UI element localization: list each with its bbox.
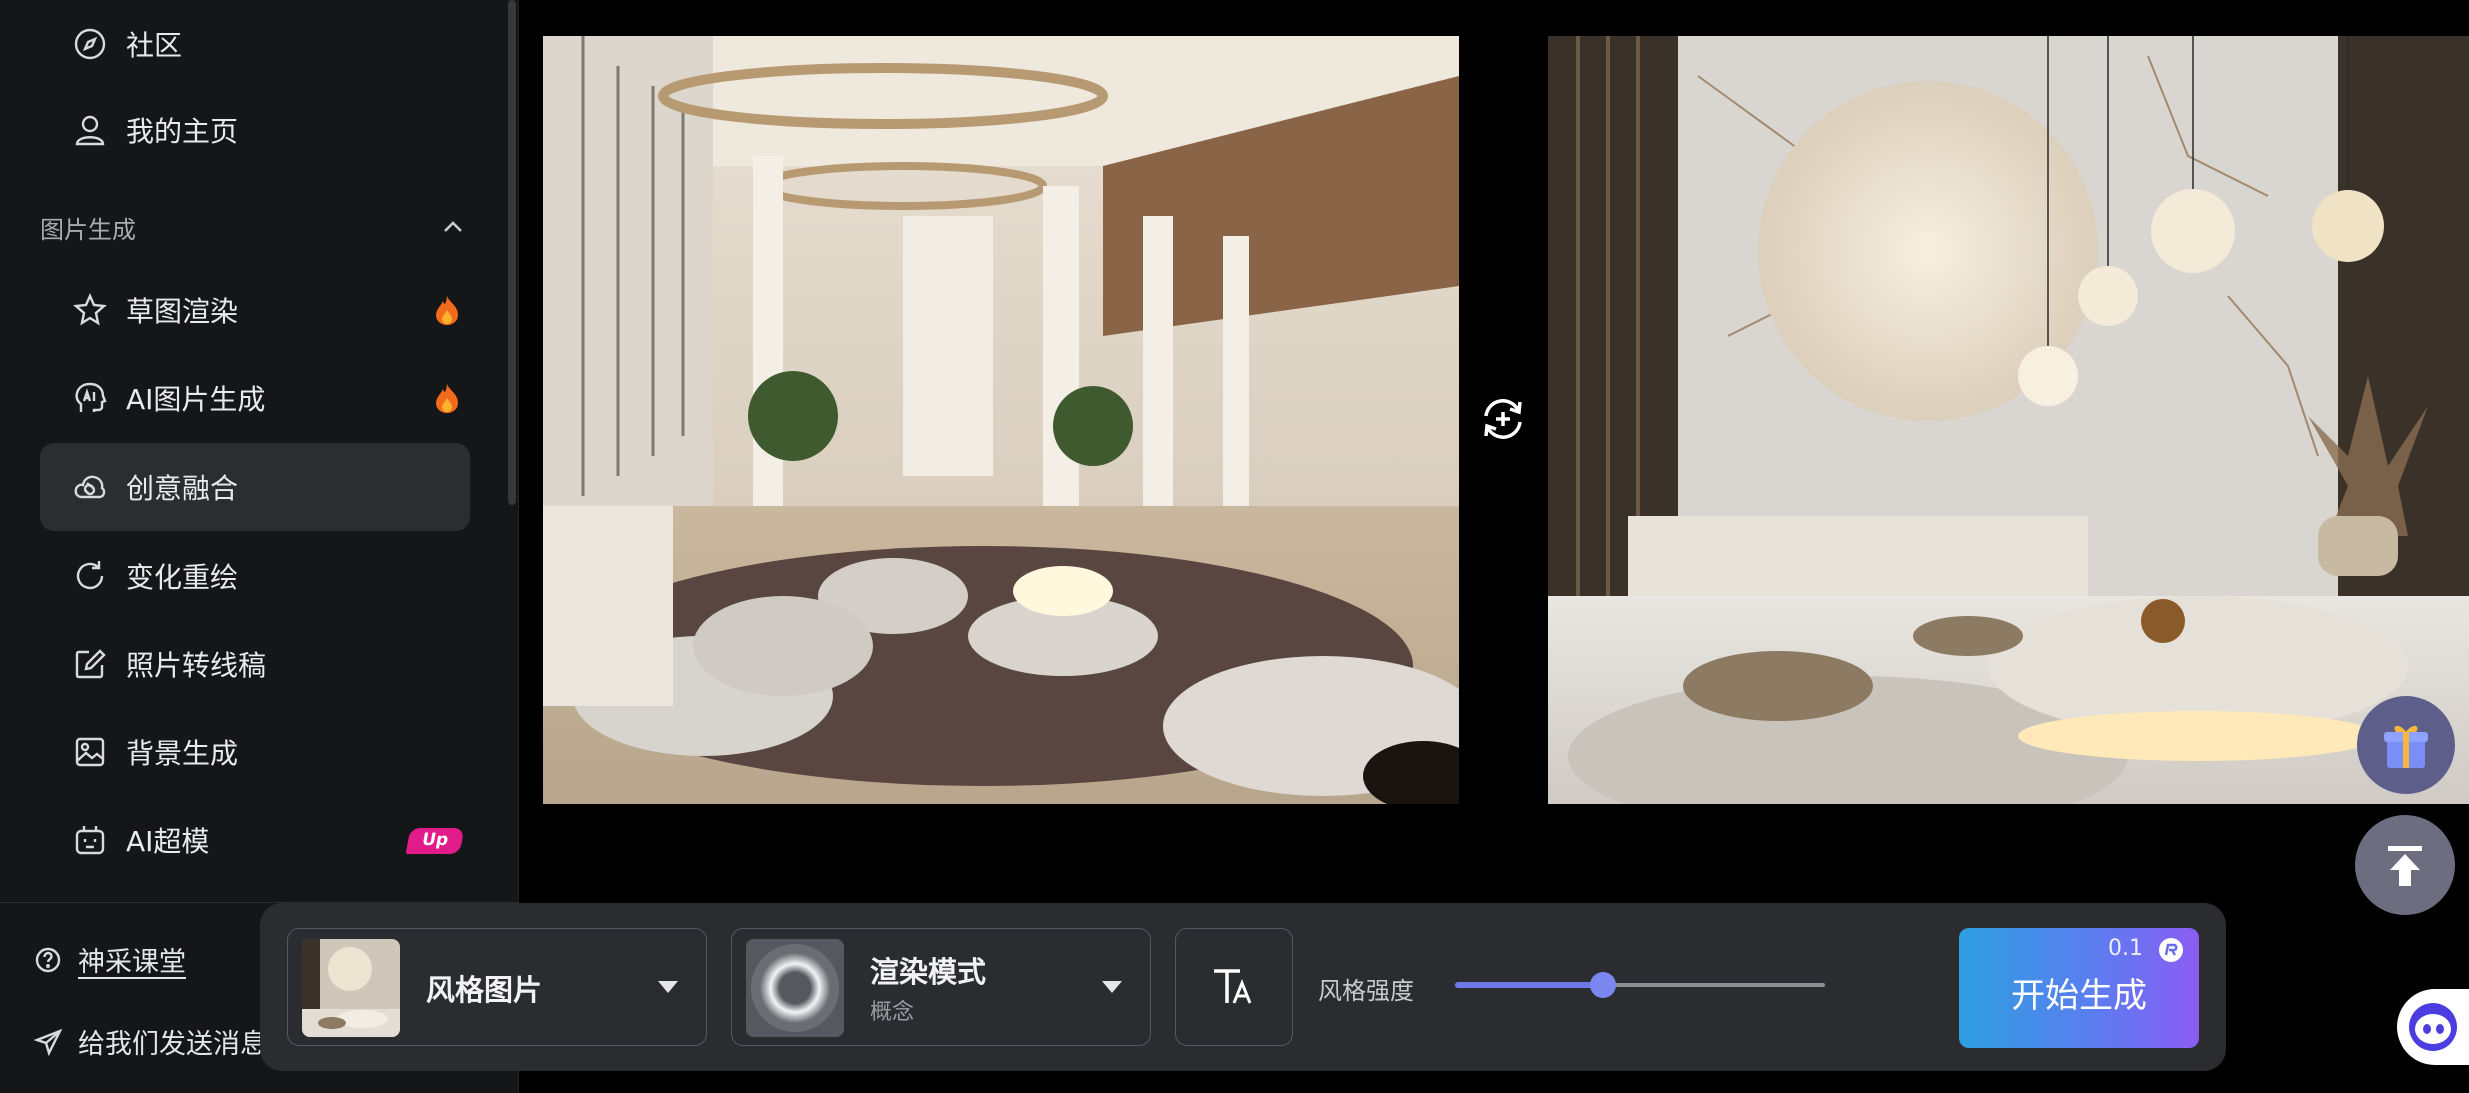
nav-item-label: 照片转线稿 — [126, 649, 267, 682]
fire-icon — [436, 384, 458, 413]
nav-item-label: 我的主页 — [126, 115, 239, 148]
send-icon — [34, 1028, 62, 1056]
nav-item-photo-to-lineart[interactable]: 照片转线稿 — [40, 620, 470, 708]
assistant-button[interactable] — [2397, 989, 2469, 1065]
marble-lobby-render[interactable] — [1548, 36, 2469, 804]
nav-item-label: AI超模 — [126, 825, 210, 858]
feedback-link-label: 给我们发送消息 — [78, 1029, 267, 1060]
hotel-lobby-render[interactable] — [543, 36, 1459, 804]
compass-icon — [70, 24, 110, 64]
ai-brain-icon — [70, 378, 110, 418]
nav-item-label: 变化重绘 — [126, 561, 239, 594]
start-generate-button[interactable]: 0.1 开始生成 — [1959, 928, 2199, 1048]
image-icon — [70, 732, 110, 772]
style-image-thumbnail — [302, 939, 400, 1037]
nav-item-label: AI图片生成 — [126, 383, 266, 416]
nav-item-background-gen[interactable]: 背景生成 — [40, 708, 470, 796]
text-style-button[interactable] — [1175, 928, 1293, 1046]
nav-item-label: 背景生成 — [126, 737, 239, 770]
course-link-label: 神采课堂 — [78, 947, 186, 978]
nav-item-my-home[interactable]: 我的主页 — [40, 86, 470, 174]
feedback-link[interactable]: 给我们发送消息 — [34, 1022, 267, 1061]
edit-square-icon — [70, 644, 110, 684]
course-link[interactable]: 神采课堂 — [34, 940, 186, 979]
nav-item-sketch-render[interactable]: 草图渲染 — [40, 266, 470, 354]
style-strength-slider[interactable] — [1455, 972, 1825, 998]
nav-item-community[interactable]: 社区 — [40, 0, 470, 88]
assistant-face-icon — [2409, 1003, 2457, 1051]
caret-down-icon — [658, 981, 678, 993]
up-badge: Up — [405, 828, 465, 854]
refresh-icon — [70, 556, 110, 596]
back-to-top-button[interactable] — [2355, 815, 2455, 915]
nav-item-label: 社区 — [126, 29, 183, 62]
arrow-to-top-icon — [2388, 846, 2422, 886]
nav-item-ai-model[interactable]: AI超模 Up — [40, 796, 470, 884]
text-format-icon — [1214, 969, 1252, 1004]
cloud-merge-icon — [70, 467, 110, 507]
render-mode-select[interactable]: 渲染模式 概念 — [731, 928, 1151, 1046]
style-image-select[interactable]: 风格图片 — [287, 928, 707, 1046]
slider-fill — [1455, 982, 1603, 988]
gift-icon — [2384, 725, 2428, 768]
sketch-star-icon — [70, 290, 110, 330]
user-icon — [70, 110, 110, 150]
start-generate-label: 开始生成 — [2011, 976, 2147, 1016]
credit-coin-icon — [2159, 938, 2183, 962]
style-image-label: 风格图片 — [426, 973, 543, 1007]
generation-toolbar: 风格图片 渲染模式 概念 风格强度 0.1 开始生成 — [260, 903, 2226, 1071]
nav-item-variation-redraw[interactable]: 变化重绘 — [40, 532, 470, 620]
nav-item-creative-fusion[interactable]: 创意融合 — [40, 443, 470, 531]
sidebar-scrollbar[interactable] — [508, 0, 516, 505]
render-mode-label: 渲染模式 — [870, 955, 987, 989]
render-mode-thumbnail — [746, 939, 844, 1037]
cost-value: 0.1 — [2108, 936, 2143, 961]
gift-button[interactable] — [2357, 696, 2455, 794]
nav-item-label: 创意融合 — [126, 472, 239, 505]
nav-item-ai-image[interactable]: AI图片生成 — [40, 354, 470, 442]
chevron-up-icon[interactable] — [442, 218, 464, 234]
fire-icon — [436, 296, 458, 325]
render-mode-value: 概念 — [870, 1000, 915, 1025]
slider-thumb[interactable] — [1590, 972, 1616, 998]
help-circle-icon — [35, 947, 61, 972]
nav-item-label: 草图渲染 — [126, 295, 239, 328]
caret-down-icon — [1102, 981, 1122, 993]
section-title-image-generation: 图片生成 — [40, 216, 136, 244]
style-strength-label: 风格强度 — [1318, 977, 1414, 1005]
swap-add-icon[interactable] — [1478, 394, 1528, 444]
robot-icon — [70, 820, 110, 860]
